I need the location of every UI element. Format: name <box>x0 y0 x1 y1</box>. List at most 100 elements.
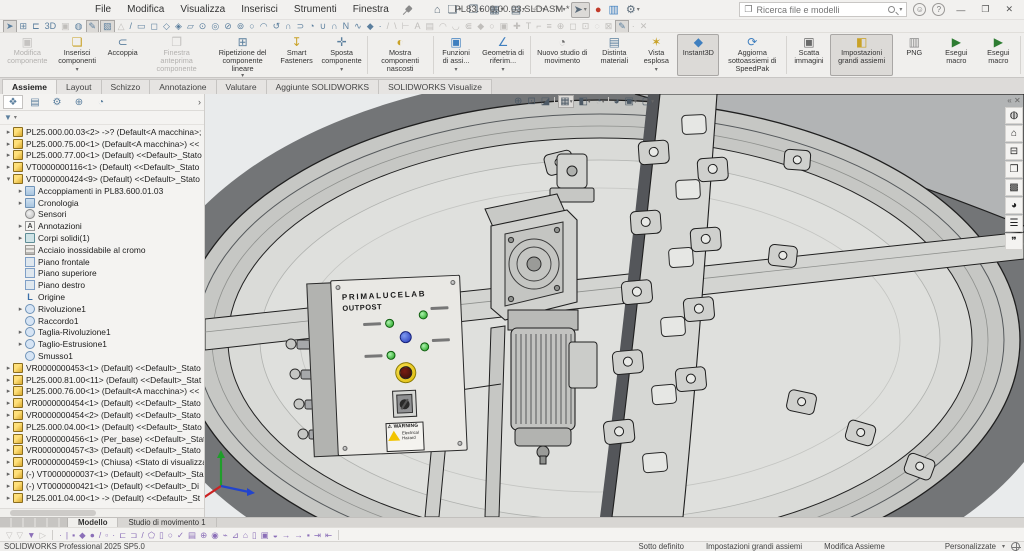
view-orientation-icon[interactable]: ▦▾ <box>558 95 574 108</box>
resources-icon[interactable]: ◍ <box>1005 107 1023 124</box>
selection-filter-icon[interactable]: ▣ <box>260 530 270 540</box>
custom-properties-icon[interactable]: ☰ <box>1005 215 1023 232</box>
mostra-componenti-nascosti-button[interactable]: ◐Mostra componenti nascosti <box>368 34 432 76</box>
featuremanager-tab[interactable]: ❖ <box>3 95 23 109</box>
sketch-tool-icon[interactable]: ⊢ <box>400 21 412 32</box>
zoom-fit-icon[interactable]: ⊕ <box>513 96 523 107</box>
tab-layout[interactable]: Layout <box>56 79 102 94</box>
selection-filter-icon[interactable]: → <box>293 530 304 540</box>
undo-icon[interactable]: ↶▾ <box>530 3 547 17</box>
tree-item[interactable]: Piano superiore <box>0 268 204 280</box>
smart-fasteners-button[interactable]: ↧Smart Fasteners <box>276 34 318 76</box>
displaymanager-tab[interactable]: ◔ <box>91 95 111 109</box>
tree-item[interactable]: ▸VR0000000456<1> (Per_base) <<Default>_S… <box>0 433 204 445</box>
dropdown-caret-icon[interactable]: ▾ <box>340 67 343 74</box>
sketch-tool-icon[interactable]: ◎ <box>209 21 221 32</box>
dropdown-caret-icon[interactable]: ▾ <box>458 4 461 16</box>
home-icon[interactable]: ⌂ <box>432 3 443 17</box>
sketch-tool-icon[interactable]: · <box>630 21 637 32</box>
expand-arrow-icon[interactable]: ▸ <box>4 435 13 443</box>
sketch-tool-icon[interactable]: ◍ <box>73 21 85 32</box>
tree-item[interactable]: ▸VR0000000453<1> (Default) <<Default>_St… <box>0 362 204 374</box>
expand-arrow-icon[interactable]: ▾ <box>4 175 13 183</box>
menu-item-strumenti[interactable]: Strumenti <box>287 2 344 17</box>
sketch-tool-icon[interactable]: ≡ <box>544 21 553 32</box>
esegui-macro-2-button[interactable]: ▶Esegui macro <box>977 34 1019 76</box>
selection-filter-icon[interactable]: → <box>281 530 292 540</box>
dropdown-caret-icon[interactable]: ▾ <box>76 67 79 74</box>
sketch-tool-icon[interactable]: \ <box>392 21 399 32</box>
ripetizione-componente-lineare-button[interactable]: ⊞Ripetizione del componente lineare▾ <box>210 34 276 76</box>
filter-caret-icon[interactable]: ▾ <box>14 114 17 121</box>
accoppia-button[interactable]: ⊂Accoppia <box>102 34 144 76</box>
dropdown-caret-icon[interactable]: ▾ <box>584 4 587 16</box>
hide-show-items-icon[interactable]: ◔▾ <box>595 96 606 107</box>
tree-item[interactable]: ▸VR0000000459<1> (Chiusa) <Stato di visu… <box>0 456 204 468</box>
tree-item[interactable]: ▸Cronologia <box>0 197 204 209</box>
sketch-tool-icon[interactable]: ∩ <box>329 21 339 32</box>
sposta-componente-button[interactable]: ✛Sposta componente▾ <box>318 34 366 76</box>
tree-item[interactable]: ▸PL25.000.04.00<1> (Default) <<Default>_… <box>0 421 204 433</box>
sketch-tool-icon[interactable]: · <box>377 21 384 32</box>
model-tab-studio-di-movimento-1[interactable]: Studio di movimento 1 <box>118 518 216 527</box>
dropdown-caret-icon[interactable]: ▾ <box>501 4 504 16</box>
menu-item-visualizza[interactable]: Visualizza <box>173 2 232 17</box>
selection-filter-icon[interactable]: ▫ <box>104 530 109 540</box>
pane-splitter[interactable] <box>0 518 68 527</box>
tree-item[interactable]: ▸VR0000000454<2> (Default) <<Default>_St… <box>0 409 204 421</box>
expand-arrow-icon[interactable]: ▸ <box>4 458 13 466</box>
sketch-tool-icon[interactable]: ◔ <box>307 21 316 32</box>
nuovo-studio-di-movimento-button[interactable]: ◔Nuovo studio di movimento <box>531 34 593 76</box>
selection-filter-icon[interactable]: ⇤ <box>324 530 333 540</box>
selection-filter-icon[interactable]: ⬠ <box>147 530 156 540</box>
menu-item-finestra[interactable]: Finestra <box>346 2 396 17</box>
tree-item[interactable]: ▸PL25.000.00.03<2> ->? (Default<A macchi… <box>0 126 204 138</box>
expand-arrow-icon[interactable]: ▸ <box>4 411 13 419</box>
expand-arrow-icon[interactable]: ▸ <box>4 399 13 407</box>
sketch-tool-icon[interactable]: ⌐ <box>534 21 543 32</box>
sketch-tool-icon[interactable]: ◻ <box>567 21 578 32</box>
search-caret-icon[interactable]: ▾ <box>899 6 902 13</box>
selection-filter-icon[interactable]: ⊿ <box>231 530 240 540</box>
expand-arrow-icon[interactable]: ▸ <box>16 234 25 242</box>
sketch-tool-icon[interactable]: T <box>524 21 534 32</box>
selection-filter-icon[interactable]: · <box>58 530 63 540</box>
redo-icon[interactable]: ↷▾ <box>550 3 567 17</box>
sketch-tool-icon[interactable]: ⊃ <box>295 21 307 32</box>
selection-filter-icon[interactable]: ▽ <box>5 530 14 540</box>
tree-item[interactable]: ▸PL25.000.77.00<1> (Default) <<Default>_… <box>0 150 204 162</box>
open-icon[interactable]: ❐▾ <box>466 3 484 17</box>
selection-filter-icon[interactable]: ⌂ <box>242 530 249 540</box>
sketch-tool-icon[interactable]: △ <box>116 21 127 32</box>
expand-arrow-icon[interactable]: ▸ <box>16 187 25 195</box>
appearances-icon[interactable]: ◕ <box>1005 197 1023 214</box>
graphics-viewport[interactable]: PRIMALUCELAB OUTPOST ⚠ WARNING <box>205 94 1024 517</box>
tree-horizontal-scrollbar[interactable] <box>0 508 204 517</box>
sketch-tool-icon[interactable]: ⋐ <box>463 21 475 32</box>
menu-item-modifica[interactable]: Modifica <box>120 2 171 17</box>
vista-esplosa-button[interactable]: ✶Vista esplosa▾ <box>635 34 677 76</box>
dropdown-caret-icon[interactable]: ▾ <box>637 4 640 16</box>
dropdown-caret-icon[interactable]: ▾ <box>570 99 573 105</box>
tab-valutare[interactable]: Valutare <box>216 79 267 94</box>
comments-icon[interactable]: ❞ <box>1005 233 1023 250</box>
expand-arrow-icon[interactable]: ▸ <box>16 199 25 207</box>
selection-filter-icon[interactable]: ▷ <box>39 530 48 540</box>
expand-arrow-icon[interactable]: ▸ <box>4 151 13 159</box>
tree-item[interactable]: ▸Accoppiamenti in PL83.600.01.03 <box>0 185 204 197</box>
selection-filter-icon[interactable]: ● <box>89 530 96 540</box>
esegui-macro-1-button[interactable]: ▶Esegui macro <box>935 34 977 76</box>
sketch-tool-icon[interactable]: ∩ <box>283 21 293 32</box>
dropdown-caret-icon[interactable]: ▾ <box>563 4 566 16</box>
geometria-di-riferimento-button[interactable]: ∠Geometria di riferim...▾ <box>477 34 528 76</box>
scatta-immagini-button[interactable]: ▣Scatta immagini <box>788 34 830 76</box>
sketch-tool-icon[interactable]: A <box>413 21 423 32</box>
funzioni-di-assieme-button[interactable]: ▣Funzioni di assi...▾ <box>435 34 478 76</box>
sketch-tool-icon[interactable]: ◈ <box>173 21 184 32</box>
distinta-materiali-button[interactable]: ▤Distinta materiali <box>593 34 635 76</box>
selection-filter-icon[interactable]: ▤ <box>187 530 197 540</box>
sketch-tool-icon[interactable]: N <box>341 21 352 32</box>
expand-arrow-icon[interactable]: ▸ <box>16 305 25 313</box>
expand-arrow-icon[interactable]: ▸ <box>16 222 25 230</box>
model-tab-modello[interactable]: Modello <box>68 518 118 527</box>
